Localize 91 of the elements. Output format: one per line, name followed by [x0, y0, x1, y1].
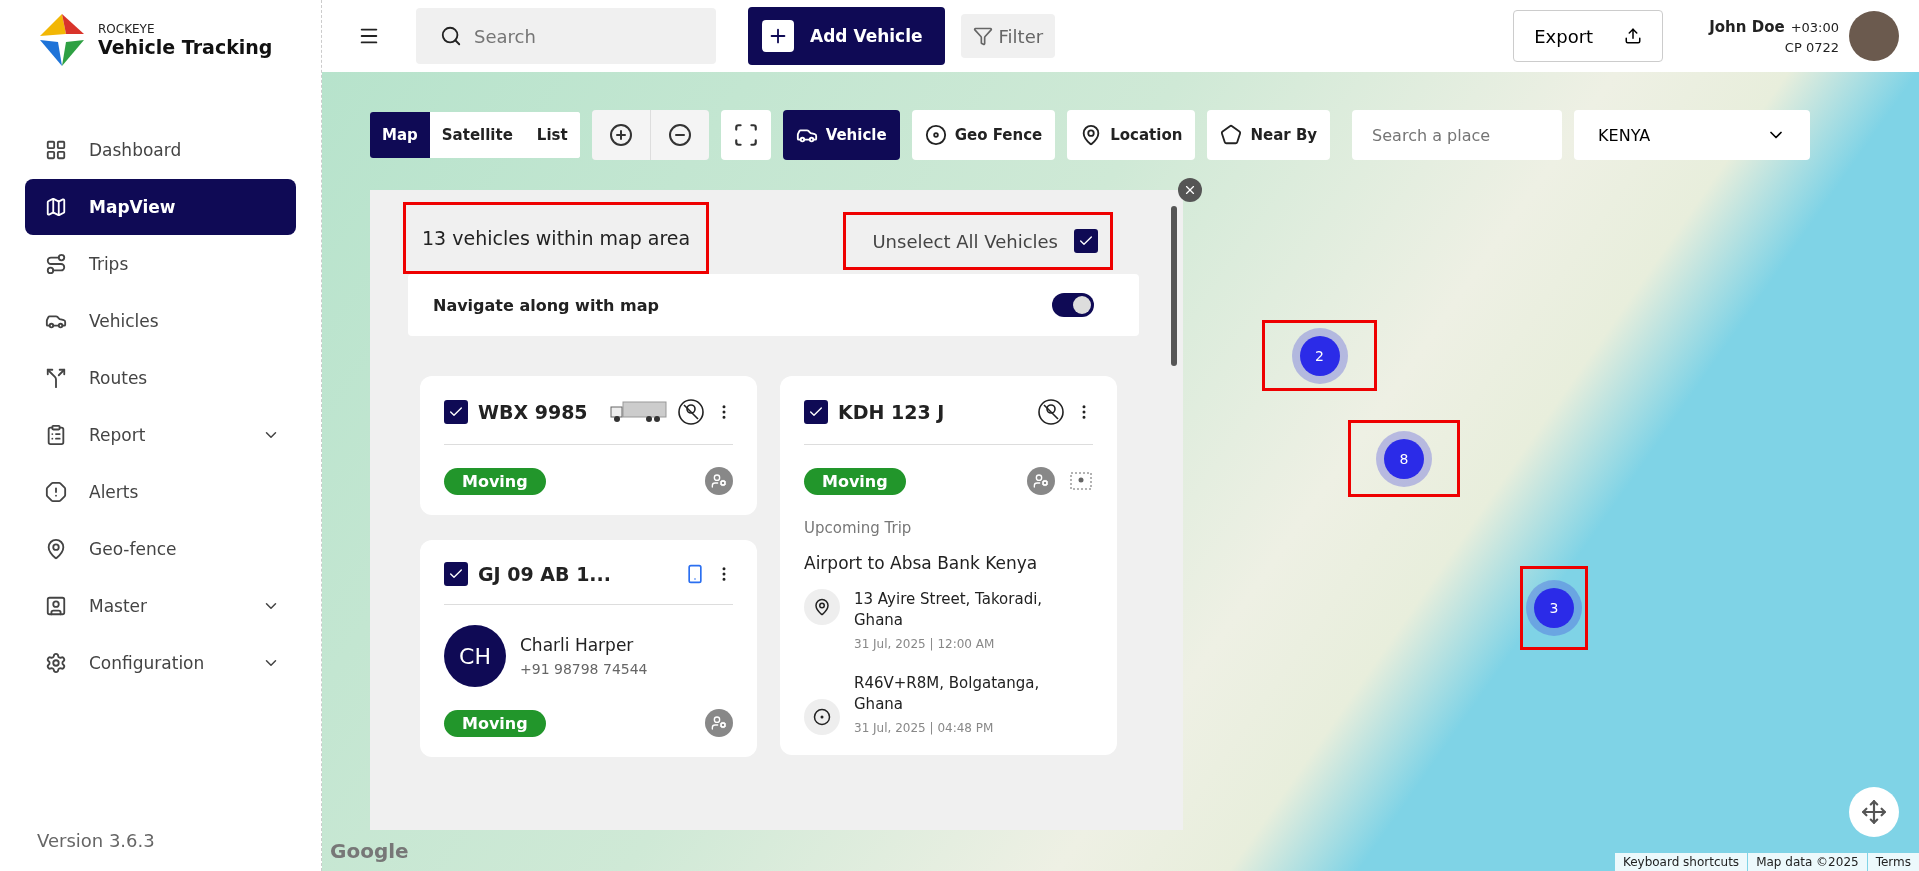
status-badge: Moving: [804, 467, 906, 495]
driver-name: Charli Harper: [520, 635, 635, 655]
zoom-in-icon: [608, 123, 633, 147]
map-attribution[interactable]: Terms: [1867, 853, 1919, 871]
nav-item[interactable]: Configuration: [25, 635, 296, 691]
nav-item[interactable]: Vehicles: [25, 293, 296, 349]
zoom-out-button[interactable]: [650, 110, 709, 160]
disc-icon: [924, 124, 947, 146]
nav-item[interactable]: Alerts: [25, 464, 296, 520]
layer-button[interactable]: Location: [1067, 110, 1196, 160]
stop-address: 13 Ayire Street, Takoradi, Ghana: [854, 589, 1044, 631]
map-logo: Google: [330, 839, 409, 863]
map-attribution[interactable]: Keyboard shortcuts: [1614, 853, 1748, 871]
map-attribution[interactable]: Map data ©2025: [1748, 853, 1867, 871]
zoom-in-button[interactable]: [591, 110, 650, 160]
country-dropdown[interactable]: KENYA: [1574, 110, 1811, 160]
nav-item[interactable]: Report: [25, 407, 296, 463]
vehicle-checkbox[interactable]: [444, 562, 468, 586]
search-icon: [440, 25, 462, 47]
driver-avatar: CH: [444, 625, 506, 687]
move-icon: [1861, 799, 1887, 825]
place-search-field[interactable]: Search a place: [1352, 110, 1563, 160]
nav-item[interactable]: Routes: [25, 350, 296, 406]
zoom-out-icon: [667, 123, 692, 147]
user-icon: [45, 595, 67, 617]
no-signal-icon: [1037, 398, 1065, 426]
assign-driver-button[interactable]: [705, 709, 733, 737]
settings-icon: [45, 652, 67, 674]
no-signal-icon: [677, 398, 705, 426]
scrollbar[interactable]: [1171, 206, 1177, 366]
pin-icon: [45, 538, 67, 560]
vehicle-checkbox[interactable]: [804, 400, 828, 424]
layer-button[interactable]: Vehicle: [782, 110, 900, 160]
assign-driver-button[interactable]: [1027, 467, 1055, 495]
grid-icon: [45, 139, 67, 161]
filter-icon: [972, 26, 993, 46]
user-name: John Doe: [1709, 17, 1785, 36]
upload-icon: [1624, 27, 1643, 45]
vehicle-plate: KDH 123 J: [838, 401, 946, 423]
view-tab[interactable]: Map: [370, 112, 430, 158]
version-label: Version 3.6.3: [36, 830, 156, 851]
export-button[interactable]: Export: [1513, 10, 1664, 62]
search-field[interactable]: Search: [416, 8, 716, 64]
user-gear-icon: [1033, 473, 1049, 489]
user-gear-icon: [711, 715, 727, 731]
pentagon-icon: [1220, 124, 1243, 146]
nav-item[interactable]: Master: [25, 578, 296, 634]
user-gear-icon: [711, 473, 727, 489]
stop-time: 31 Jul, 2025 | 04:48 PM: [854, 721, 995, 735]
driver-phone: +91 98798 74544: [520, 661, 648, 677]
brand-name: Vehicle Tracking: [98, 36, 273, 58]
close-icon: [1183, 183, 1197, 197]
route-icon: [45, 253, 67, 275]
nav-item[interactable]: Dashboard: [25, 122, 296, 178]
stop-time: 31 Jul, 2025 | 12:00 AM: [854, 637, 996, 651]
vehicle-count: 13 vehicles within map area: [403, 202, 710, 274]
fullscreen-icon: [732, 122, 759, 148]
user-code: CP 0722: [1784, 39, 1839, 55]
trip-title: Airport to Absa Bank Kenya: [804, 553, 1039, 573]
brand-overline: ROCKEYE: [98, 22, 156, 36]
navigate-toggle[interactable]: [1052, 293, 1094, 317]
nav-item[interactable]: MapView: [25, 179, 296, 235]
stop-address: R46V+R8M, Bolgatanga, Ghana: [854, 673, 1041, 715]
fork-icon: [45, 367, 67, 389]
nav-item[interactable]: Trips: [25, 236, 296, 292]
navigate-label: Navigate along with map: [433, 295, 659, 315]
trip-heading: Upcoming Trip: [804, 519, 913, 537]
filter-button[interactable]: Filter: [960, 14, 1056, 58]
add-vehicle-button[interactable]: Add Vehicle: [748, 7, 945, 65]
status-badge: Moving: [444, 709, 546, 737]
clipboard-icon: [45, 424, 67, 446]
map-icon: [45, 196, 67, 218]
truck-icon: [609, 401, 667, 423]
pin-icon: [813, 598, 831, 616]
alert-icon: [45, 481, 67, 503]
nav-item[interactable]: Geo-fence: [25, 521, 296, 577]
fullscreen-button[interactable]: [720, 110, 771, 160]
target-icon: [813, 708, 831, 726]
vehicle-checkbox[interactable]: [444, 400, 468, 424]
phone-icon: [685, 564, 705, 584]
user-timezone: +03:00: [1790, 19, 1839, 35]
route-icon[interactable]: [1069, 469, 1093, 493]
layer-button[interactable]: Near By: [1207, 110, 1331, 160]
avatar-placeholder[interactable]: [1849, 11, 1899, 61]
vehicle-plate: GJ 09 AB 1...: [478, 563, 612, 585]
assign-driver-button[interactable]: [705, 467, 733, 495]
unselect-all-checkbox[interactable]: [1074, 229, 1098, 253]
status-badge: Moving: [444, 467, 546, 495]
layer-button[interactable]: Geo Fence: [911, 110, 1056, 160]
unselect-all-label[interactable]: Unselect All Vehicles: [872, 230, 1058, 252]
vehicle-plate: WBX 9985: [478, 401, 589, 423]
